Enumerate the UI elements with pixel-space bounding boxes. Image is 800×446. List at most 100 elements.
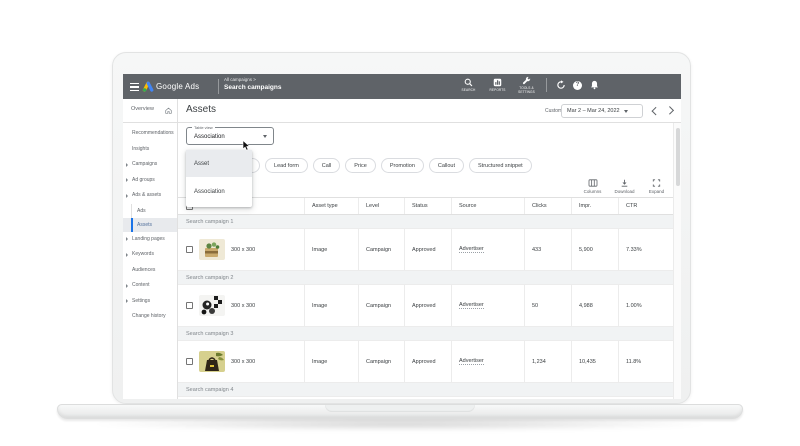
group-row-campaign-3: Search campaign 3 [178, 327, 673, 341]
expand-chevron-icon [126, 253, 128, 257]
appbar-actions-divider [546, 78, 547, 92]
level-cell: Campaign [358, 341, 404, 382]
sidebar-item-keywords[interactable]: Keywords [123, 247, 177, 263]
menu-option-asset[interactable]: Asset [186, 150, 252, 177]
sidebar-item-landing-pages[interactable]: Landing pages [123, 232, 177, 248]
sidebar-item-recommendations[interactable]: Recommendations [123, 126, 177, 142]
column-header-asset-type[interactable]: Asset type [304, 198, 358, 214]
help-icon: ? [573, 81, 582, 90]
date-range-value: Mar 2 – Mar 24, 2022 [567, 108, 620, 114]
columns-icon [588, 179, 598, 187]
status-cell: Approved [404, 229, 451, 270]
expand-chevron-icon [126, 163, 128, 167]
source-cell: Advertiser [451, 341, 524, 382]
menu-icon[interactable] [130, 83, 139, 93]
chip-structured-snippet[interactable]: Structured snippet [469, 158, 532, 173]
chip-lead-form[interactable]: Lead form [265, 158, 308, 173]
download-button[interactable]: Download [611, 179, 638, 194]
scrollbar-thumb[interactable] [676, 128, 680, 186]
asset-thumbnail[interactable] [199, 295, 225, 316]
campaign-title: Search campaigns [224, 84, 281, 91]
sidebar-item-overview[interactable]: Overview [123, 99, 178, 123]
filter-bar: Add filter Columns [178, 179, 673, 197]
impr-cell: 10,435 [571, 341, 618, 382]
menu-option-association[interactable]: Association [186, 177, 252, 207]
ctr-cell: 7.33% [618, 229, 673, 270]
sidebar-item-change-history[interactable]: Change history [123, 309, 177, 325]
reports-icon [493, 78, 502, 87]
chip-promotion[interactable]: Promotion [381, 158, 424, 173]
asset-cell: 300 x 300 [178, 285, 304, 326]
search-button[interactable]: SEARCH [456, 78, 481, 92]
sidebar-item-settings[interactable]: Settings [123, 294, 177, 310]
asset-type-cell: Image [304, 341, 358, 382]
laptop-base-notch [325, 405, 475, 412]
table-view-value: Association [194, 134, 225, 140]
chip-call[interactable]: Call [313, 158, 340, 173]
help-button[interactable]: ? [571, 79, 584, 92]
columns-button[interactable]: Columns [579, 179, 606, 194]
ctr-cell: 1.00% [618, 285, 673, 326]
refresh-button[interactable] [554, 79, 567, 92]
date-range-picker[interactable]: Mar 2 – Mar 24, 2022 [561, 104, 643, 118]
source-cell: Advertiser [451, 229, 524, 270]
column-header-ctr[interactable]: CTR [618, 198, 673, 214]
status-cell: Approved [404, 341, 451, 382]
main-content: Table view Association Image Sitelink Le… [178, 123, 673, 399]
asset-type-cell: Image [304, 285, 358, 326]
group-row-campaign-4: Search campaign 4 [178, 383, 673, 397]
asset-size: 300 x 300 [231, 247, 255, 253]
table-row: 300 x 300 Image Campaign Approved Advert… [178, 341, 673, 383]
status-cell: Approved [404, 285, 451, 326]
chevron-down-icon [624, 110, 628, 113]
chevron-down-icon [263, 135, 267, 138]
next-period-button[interactable] [667, 108, 673, 114]
ctr-cell: 11.8% [618, 341, 673, 382]
impr-cell: 5,900 [571, 229, 618, 270]
sidebar-item-ads-assets[interactable]: Ads & assets [123, 188, 177, 204]
table-view-select[interactable]: Table view Association [186, 127, 274, 145]
sidebar-item-insights[interactable]: Insights [123, 142, 177, 158]
clicks-cell: 1,234 [524, 341, 571, 382]
column-header-clicks[interactable]: Clicks [524, 198, 571, 214]
refresh-icon [556, 80, 566, 90]
mouse-cursor [242, 140, 251, 151]
app-bar: Google Ads All campaigns > Search campai… [123, 74, 681, 99]
chip-callout[interactable]: Callout [429, 158, 464, 173]
breadcrumb-parent[interactable]: All campaigns > [224, 77, 281, 82]
chip-price[interactable]: Price [345, 158, 376, 173]
column-header-impr[interactable]: Impr. [571, 198, 618, 214]
notifications-button[interactable] [588, 79, 601, 92]
impr-cell: 4,988 [571, 285, 618, 326]
group-row-campaign-1: Search campaign 1 [178, 215, 673, 229]
sidebar-item-campaigns[interactable]: Campaigns [123, 157, 177, 173]
sidebar-item-ads[interactable]: Ads [123, 204, 177, 218]
appbar-divider [218, 79, 219, 94]
expand-chevron-icon [126, 299, 128, 303]
sidebar-item-ad-groups[interactable]: Ad groups [123, 173, 177, 189]
asset-cell: 300 x 300 [178, 229, 304, 270]
reports-button[interactable]: REPORTS [485, 78, 510, 92]
expand-chevron-icon [126, 178, 128, 182]
asset-thumbnail[interactable] [199, 239, 225, 260]
previous-period-button[interactable] [651, 108, 657, 114]
row-checkbox[interactable] [186, 302, 193, 309]
asset-thumbnail[interactable] [199, 351, 225, 372]
tools-settings-button[interactable]: TOOLS & SETTINGS [514, 76, 539, 94]
column-header-level[interactable]: Level [358, 198, 404, 214]
date-range-type-label: Custom [545, 108, 562, 114]
sidebar-item-audiences[interactable]: Audiences [123, 263, 177, 279]
breadcrumb: All campaigns > Search campaigns [224, 77, 281, 91]
row-checkbox[interactable] [186, 358, 193, 365]
sidebar-item-assets[interactable]: Assets [123, 218, 177, 232]
search-icon [464, 78, 473, 87]
column-header-source[interactable]: Source [451, 198, 524, 214]
sidebar-nav: Recommendations Insights Campaigns Ad gr… [123, 123, 178, 399]
expand-chevron-icon [126, 284, 128, 288]
expand-button[interactable]: Expand [643, 179, 670, 194]
sidebar-item-content[interactable]: Content [123, 278, 177, 294]
table-view-label: Table view [192, 125, 215, 130]
row-checkbox[interactable] [186, 246, 193, 253]
expand-chevron-icon [126, 194, 128, 198]
column-header-status[interactable]: Status [404, 198, 451, 214]
